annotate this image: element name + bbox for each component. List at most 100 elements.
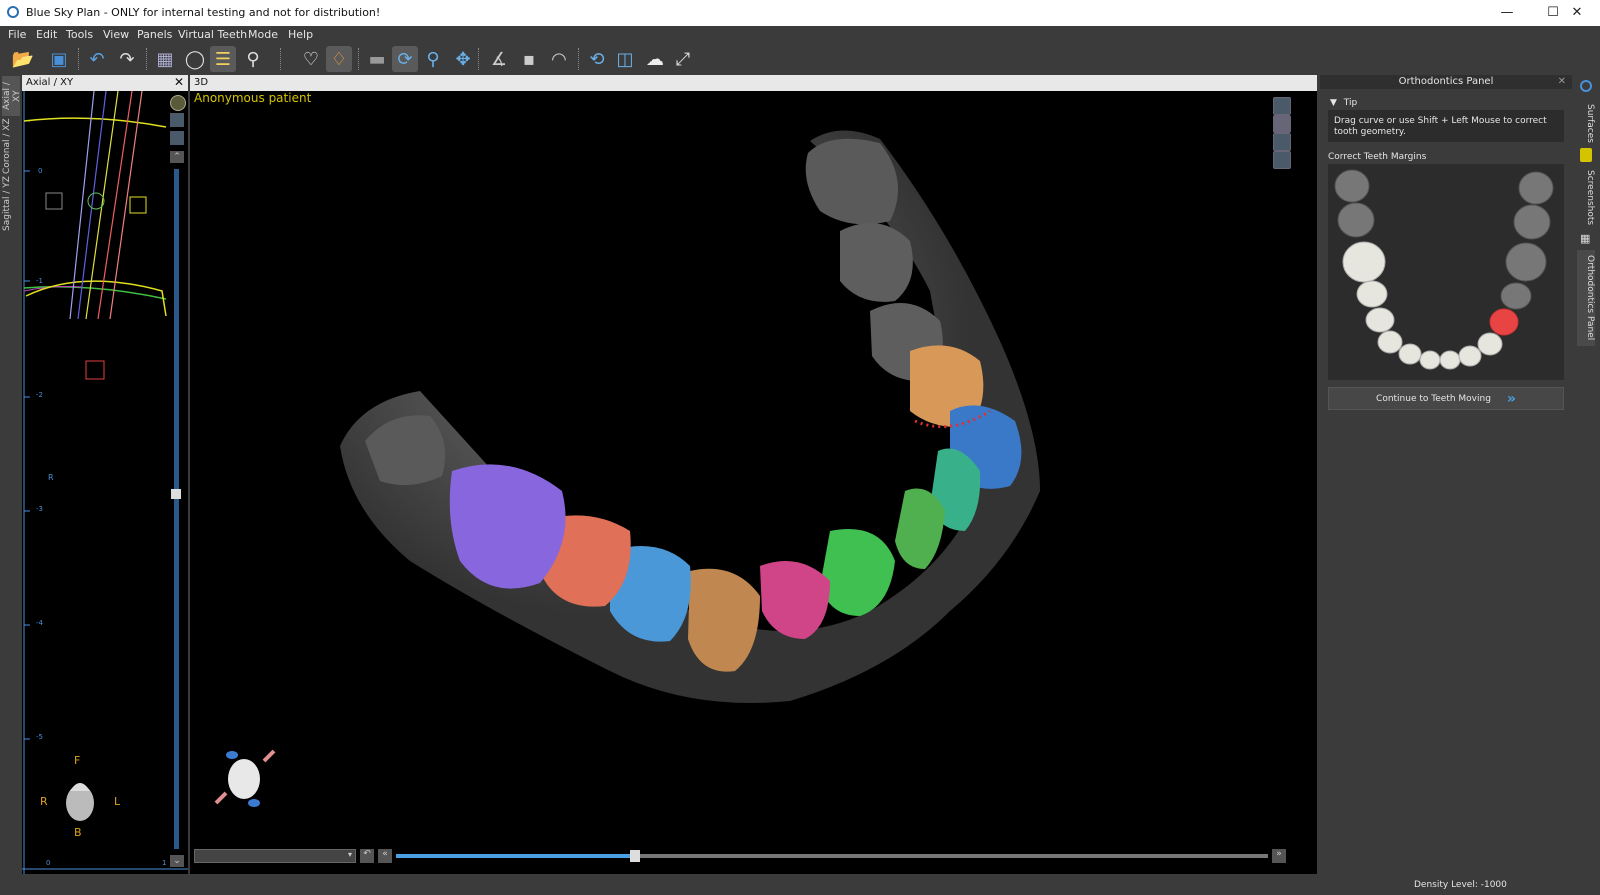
open-folder-icon[interactable]: 📂 xyxy=(10,46,36,72)
close-button[interactable]: ✕ xyxy=(1554,0,1600,26)
axial-jaw-icon[interactable] xyxy=(170,131,184,145)
save-icon[interactable]: ▣ xyxy=(46,46,72,72)
axial-panel-title: Axial / XY xyxy=(26,77,74,88)
fullscreen-icon[interactable]: ⤢ xyxy=(670,46,696,72)
cloud-upload-icon[interactable]: ☁ xyxy=(642,46,668,72)
view3d-skull-icon[interactable] xyxy=(1273,115,1291,133)
axial-tick-label: -2 xyxy=(36,391,43,399)
view3d-next-icon[interactable]: » xyxy=(1272,849,1286,863)
axial-teeth-icon[interactable] xyxy=(170,113,184,127)
continue-teeth-moving-button[interactable]: Continue to Teeth Moving » xyxy=(1328,387,1564,410)
dental-arch-model xyxy=(340,130,1040,703)
menu-panels[interactable]: Panels xyxy=(137,28,172,41)
redo-icon[interactable]: ↷ xyxy=(114,46,140,72)
pan-move-icon[interactable]: ✥ xyxy=(450,46,476,72)
view3d-panel-title: 3D xyxy=(194,77,209,88)
axial-scroll-up-icon[interactable]: ⌃ xyxy=(170,151,184,163)
tooth-icon[interactable]: ♡ xyxy=(298,46,324,72)
collapse-triangle-icon: ▼ xyxy=(1330,98,1337,108)
contrast-icon[interactable]: ▬ xyxy=(364,46,390,72)
layout-grid-icon[interactable]: ▦ xyxy=(152,46,178,72)
axial-viewport[interactable]: F R L B R 0 -1 -2 -3 -4 -5 0 1 ⌃ ⌄ xyxy=(22,91,188,874)
menu-virtual-teeth[interactable]: Virtual Teeth xyxy=(178,28,247,41)
axial-slice-scrollbar[interactable] xyxy=(174,169,179,849)
teeth-chart[interactable] xyxy=(1328,164,1564,380)
density-level-status: Density Level: -1000 xyxy=(1414,880,1507,890)
rotate-icon[interactable]: ⟳ xyxy=(392,46,418,72)
axial-tick-label: -5 xyxy=(36,733,43,741)
view3d-close-measure-icon[interactable] xyxy=(1273,97,1291,115)
reset-view-icon[interactable]: ⟲ xyxy=(584,46,610,72)
volume-render-icon[interactable]: ◯ xyxy=(182,46,208,72)
toolbar-separator xyxy=(146,48,148,70)
undo-icon[interactable]: ↶ xyxy=(84,46,110,72)
toolbar-separator xyxy=(280,48,282,70)
protractor-icon[interactable]: ◠ xyxy=(546,46,572,72)
title-bar: Blue Sky Plan - ONLY for internal testin… xyxy=(0,0,1600,26)
toolbar-separator xyxy=(478,48,480,70)
view3d-jaw-icon[interactable] xyxy=(1273,151,1291,169)
axial-close-icon[interactable]: ✕ xyxy=(174,75,184,89)
axial-tick-label: -1 xyxy=(36,277,43,285)
view3d-viewport[interactable]: Anonymous patient ▾ ↶ « » xyxy=(190,91,1317,874)
toolbar-separator xyxy=(358,48,360,70)
toolbar-separator xyxy=(578,48,580,70)
tab-surfaces[interactable]: Surfaces xyxy=(1577,98,1595,148)
tab-axial[interactable]: Axial / XY xyxy=(2,76,22,116)
axial-overlay xyxy=(22,91,188,874)
zoom-icon[interactable]: ⚲ xyxy=(420,46,446,72)
view3d-teeth-icon[interactable] xyxy=(1273,133,1291,151)
teeth-chart-diagram xyxy=(1334,169,1554,370)
window-title: Blue Sky Plan - ONLY for internal testin… xyxy=(26,6,381,19)
orthodontics-panel-title: Orthodontics Panel xyxy=(1398,76,1494,87)
angle-measure-icon[interactable]: ∡ xyxy=(486,46,512,72)
right-panel-tabs: Surfaces Screenshots ▦ Orthodontics Pane… xyxy=(1572,74,1600,874)
tip-section-header[interactable]: ▼ Tip xyxy=(1330,98,1357,108)
tip-box: Drag curve or use Shift + Left Mouse to … xyxy=(1328,110,1564,142)
axial-tick-label: 1 xyxy=(162,859,167,867)
view3d-prev-icon[interactable]: « xyxy=(378,849,392,863)
axial-tick-label: -4 xyxy=(36,619,43,627)
view3d-panel-header: 3D xyxy=(190,75,1317,91)
menu-edit[interactable]: Edit xyxy=(36,28,57,41)
axial-slice-scroll-handle[interactable] xyxy=(171,489,181,499)
axial-scroll-down-icon[interactable]: ⌄ xyxy=(170,855,184,867)
menu-tools[interactable]: Tools xyxy=(66,28,93,41)
orthodontics-icon[interactable]: ▦ xyxy=(1580,232,1592,245)
ruler-icon[interactable]: ▪ xyxy=(516,46,542,72)
axial-tick-label: 0 xyxy=(38,167,43,175)
axial-panel-header: Axial / XY ✕ xyxy=(22,75,188,91)
tab-orthodontics-panel[interactable]: Orthodontics Panel xyxy=(1577,250,1595,346)
view3d-reset-icon[interactable]: ↶ xyxy=(360,849,374,863)
view3d-dropdown[interactable]: ▾ xyxy=(194,849,356,863)
tab-screenshots[interactable]: Screenshots xyxy=(1577,168,1595,228)
minimize-button[interactable]: — xyxy=(1484,0,1530,26)
axial-tick-label: -3 xyxy=(36,505,43,513)
orientation-gizmo-icon[interactable] xyxy=(212,741,282,821)
chevron-down-icon: ▾ xyxy=(347,850,352,859)
menu-view[interactable]: View xyxy=(103,28,129,41)
menu-help[interactable]: Help xyxy=(288,28,313,41)
orientation-back-label: B xyxy=(74,826,82,839)
axial-tick-label: 0 xyxy=(46,859,51,867)
orientation-left-label: L xyxy=(114,795,121,808)
teeth-segmentation-icon[interactable]: ♢ xyxy=(326,46,352,72)
app-icon xyxy=(7,6,19,18)
tip-text: Drag curve or use Shift + Left Mouse to … xyxy=(1334,116,1547,137)
tab-sagittal[interactable]: Sagittal / YZ xyxy=(2,176,20,232)
panel-close-icon[interactable]: ✕ xyxy=(1558,75,1566,89)
tab-coronal[interactable]: Coronal / XZ xyxy=(2,118,20,174)
view3d-slider-handle[interactable] xyxy=(630,850,640,862)
zoom-search-icon[interactable]: ⚲ xyxy=(240,46,266,72)
screenshots-icon[interactable] xyxy=(1580,148,1592,162)
surfaces-icon[interactable] xyxy=(1580,80,1592,92)
menu-mode[interactable]: Mode xyxy=(248,28,278,41)
menu-file[interactable]: File xyxy=(8,28,26,41)
left-view-tabs: Axial / XY Coronal / XZ Sagittal / YZ xyxy=(0,74,22,874)
toolbar: 📂 ▣ ↶ ↷ ▦ ◯ ☰ ⚲ ♡ ♢ ▬ ⟳ ⚲ ✥ ∡ ▪ ◠ ⟲ ◫ ☁ … xyxy=(0,44,1600,74)
panoramic-icon[interactable]: ☰ xyxy=(210,46,236,72)
axial-sync-icon[interactable] xyxy=(170,95,186,111)
axial-r-marker: R xyxy=(48,473,54,482)
align-icon[interactable]: ◫ xyxy=(612,46,638,72)
toolbar-separator xyxy=(78,48,80,70)
